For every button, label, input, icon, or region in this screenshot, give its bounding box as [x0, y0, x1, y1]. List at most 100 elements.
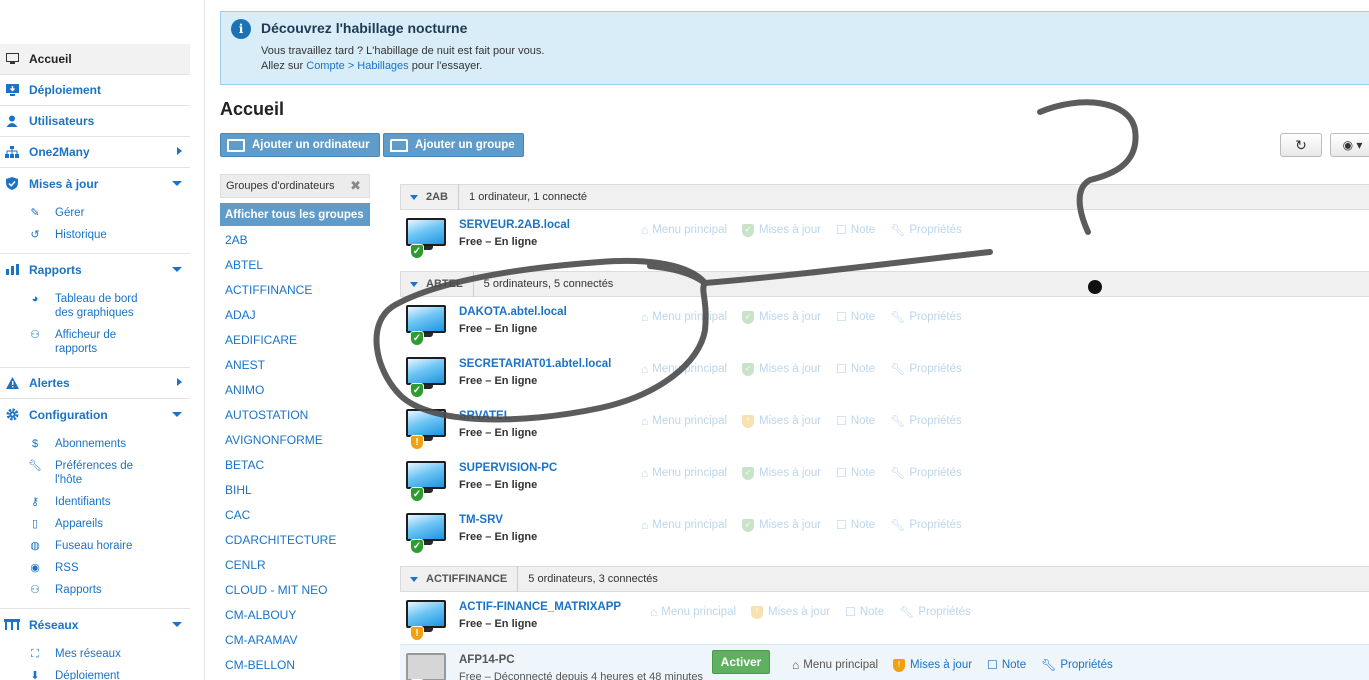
- nav-reseaux[interactable]: Réseaux: [0, 609, 190, 640]
- group-link[interactable]: 2AB: [220, 228, 370, 253]
- computer-name-link[interactable]: DAKOTA.abtel.local: [459, 306, 567, 318]
- computer-name-link[interactable]: ACTIF-FINANCE_MATRIXAPP: [459, 601, 621, 613]
- menu-principal-link[interactable]: ⌂ Menu principal: [650, 605, 736, 619]
- sub-historique[interactable]: ↺ Historique: [0, 225, 190, 247]
- wrench-icon: 🔧︎: [890, 310, 906, 324]
- menu-principal-link[interactable]: ⌂ Menu principal: [641, 223, 727, 237]
- sub-fuseau-horaire[interactable]: ◍ Fuseau horaire: [0, 536, 190, 558]
- updates-link[interactable]: ! Mises à jour: [742, 414, 821, 428]
- chevron-down-icon[interactable]: [410, 576, 418, 582]
- menu-principal-link[interactable]: ⌂ Menu principal: [641, 518, 727, 532]
- nav-utilisateurs[interactable]: Utilisateurs: [0, 106, 190, 137]
- updates-link[interactable]: ✓ Mises à jour: [742, 362, 821, 376]
- sub-afficheur[interactable]: ⚇ Afficheur de rapports: [0, 325, 190, 361]
- properties-link[interactable]: 🔧︎ Propriétés: [890, 310, 962, 324]
- computer-name-link[interactable]: SUPERVISION-PC: [459, 462, 557, 474]
- note-link[interactable]: ☐ Note: [845, 605, 884, 619]
- properties-link[interactable]: 🔧︎ Propriétés: [890, 414, 962, 428]
- sub-abonnements[interactable]: $ Abonnements: [0, 434, 190, 456]
- show-all-groups-button[interactable]: Afficher tous les groupes: [220, 203, 370, 226]
- group-link[interactable]: BIHL: [220, 478, 370, 503]
- group-link[interactable]: CLOUD - MIT NEO: [220, 578, 370, 603]
- nav-deploiement[interactable]: Déploiement: [0, 75, 190, 106]
- menu-principal-link[interactable]: ⌂ Menu principal: [641, 466, 727, 480]
- close-icon[interactable]: ✖: [350, 178, 361, 194]
- sub-mes-reseaux[interactable]: ⛶ Mes réseaux: [0, 644, 190, 666]
- group-link[interactable]: CM-BELLON: [220, 653, 370, 678]
- group-link[interactable]: AEDIFICARE: [220, 328, 370, 353]
- computer-name-link[interactable]: TM-SRV: [459, 514, 503, 526]
- note-link[interactable]: ☐ Note: [836, 362, 875, 376]
- group-link[interactable]: ADAJ: [220, 303, 370, 328]
- nav-one2many[interactable]: One2Many: [0, 137, 190, 168]
- updates-link[interactable]: ✓ Mises à jour: [742, 518, 821, 532]
- sub-identifiants[interactable]: ⚷ Identifiants: [0, 492, 190, 514]
- properties-link[interactable]: 🔧︎ Propriétés: [1041, 658, 1113, 672]
- sub-rapports[interactable]: ⚇ Rapports: [0, 580, 190, 602]
- computer-name-link[interactable]: AFP14-PC: [459, 654, 515, 666]
- refresh-button[interactable]: ↻: [1280, 133, 1322, 157]
- note-link[interactable]: ☐ Note: [836, 414, 875, 428]
- note-link[interactable]: ☐ Note: [836, 223, 875, 237]
- note-link[interactable]: ☐ Note: [836, 466, 875, 480]
- sub-tableau-de-bord[interactable]: ◕ Tableau de bord des graphiques: [0, 289, 190, 325]
- home-icon: ⌂: [792, 658, 800, 672]
- group-link[interactable]: CM-ALBOUY: [220, 603, 370, 628]
- nav-configuration[interactable]: Configuration: [0, 399, 190, 430]
- nav-accueil[interactable]: Accueil: [0, 44, 190, 75]
- note-link[interactable]: ☐ Note: [987, 658, 1026, 672]
- view-options-button[interactable]: ◉ ▾: [1330, 133, 1369, 157]
- properties-link[interactable]: 🔧︎ Propriétés: [890, 223, 962, 237]
- group-link[interactable]: BETAC: [220, 453, 370, 478]
- menu-principal-link[interactable]: ⌂ Menu principal: [792, 658, 878, 672]
- note-link[interactable]: ☐ Note: [836, 518, 875, 532]
- updates-link[interactable]: ! Mises à jour: [893, 658, 972, 672]
- group-link[interactable]: ABTEL: [220, 253, 370, 278]
- group-link[interactable]: CM-ARAMAV: [220, 628, 370, 653]
- menu-principal-link[interactable]: ⌂ Menu principal: [641, 362, 727, 376]
- updates-link[interactable]: ✓ Mises à jour: [742, 310, 821, 324]
- group-link[interactable]: ANIMO: [220, 378, 370, 403]
- sub-preferences[interactable]: 🔧︎ Préférences de l'hôte: [0, 456, 190, 492]
- sub-tableau-label: Tableau de bord des graphiques: [55, 293, 138, 319]
- group-header[interactable]: ABTEL 5 ordinateurs, 5 connectés: [400, 271, 1369, 297]
- sub-gerer[interactable]: ✎ Gérer: [0, 203, 190, 225]
- group-header[interactable]: 2AB 1 ordinateur, 1 connecté: [400, 184, 1369, 210]
- group-link[interactable]: AUTOSTATION: [220, 403, 370, 428]
- chevron-down-icon[interactable]: [410, 281, 418, 287]
- group-link[interactable]: CENLR: [220, 553, 370, 578]
- computer-name-link[interactable]: SRVATEL: [459, 410, 511, 422]
- sub-appareils[interactable]: ▯ Appareils: [0, 514, 190, 536]
- group-link[interactable]: AVIGNONFORME: [220, 428, 370, 453]
- sub-rss[interactable]: ◉ RSS: [0, 558, 190, 580]
- updates-link[interactable]: ✓ Mises à jour: [742, 223, 821, 237]
- properties-link[interactable]: 🔧︎ Propriétés: [899, 605, 971, 619]
- sidebar: Accueil Déploiement Utilisateurs One2Man…: [0, 44, 190, 680]
- nav-alertes[interactable]: Alertes: [0, 368, 190, 399]
- chevron-down-icon[interactable]: [410, 194, 418, 200]
- group-link[interactable]: ANEST: [220, 353, 370, 378]
- properties-link[interactable]: 🔧︎ Propriétés: [890, 362, 962, 376]
- group-link[interactable]: ACTIFFINANCE: [220, 278, 370, 303]
- updates-link[interactable]: ✓ Mises à jour: [742, 466, 821, 480]
- add-group-button[interactable]: Ajouter un groupe: [383, 133, 524, 157]
- properties-link[interactable]: 🔧︎ Propriétés: [890, 518, 962, 532]
- menu-principal-link[interactable]: ⌂ Menu principal: [641, 414, 727, 428]
- computer-name-link[interactable]: SERVEUR.2AB.local: [459, 219, 570, 231]
- menu-principal-label: Menu principal: [652, 519, 728, 531]
- group-link[interactable]: CAC: [220, 503, 370, 528]
- nav-rapports[interactable]: Rapports: [0, 254, 190, 285]
- note-link[interactable]: ☐ Note: [836, 310, 875, 324]
- properties-link[interactable]: 🔧︎ Propriétés: [890, 466, 962, 480]
- add-computer-button[interactable]: Ajouter un ordinateur: [220, 133, 380, 157]
- group-header[interactable]: ACTIFFINANCE 5 ordinateurs, 3 connectés: [400, 566, 1369, 592]
- monitor-icon: ✓: [406, 305, 446, 346]
- updates-link[interactable]: ! Mises à jour: [751, 605, 830, 619]
- computer-name-link[interactable]: SECRETARIAT01.abtel.local: [459, 358, 611, 370]
- menu-principal-link[interactable]: ⌂ Menu principal: [641, 310, 727, 324]
- nav-mises-a-jour[interactable]: Mises à jour: [0, 168, 190, 199]
- sub-deploiement[interactable]: ⬇ Déploiement: [0, 666, 190, 680]
- activate-button[interactable]: Activer: [712, 650, 770, 674]
- habillages-link[interactable]: Compte > Habillages: [306, 60, 408, 72]
- group-link[interactable]: CDARCHITECTURE: [220, 528, 370, 553]
